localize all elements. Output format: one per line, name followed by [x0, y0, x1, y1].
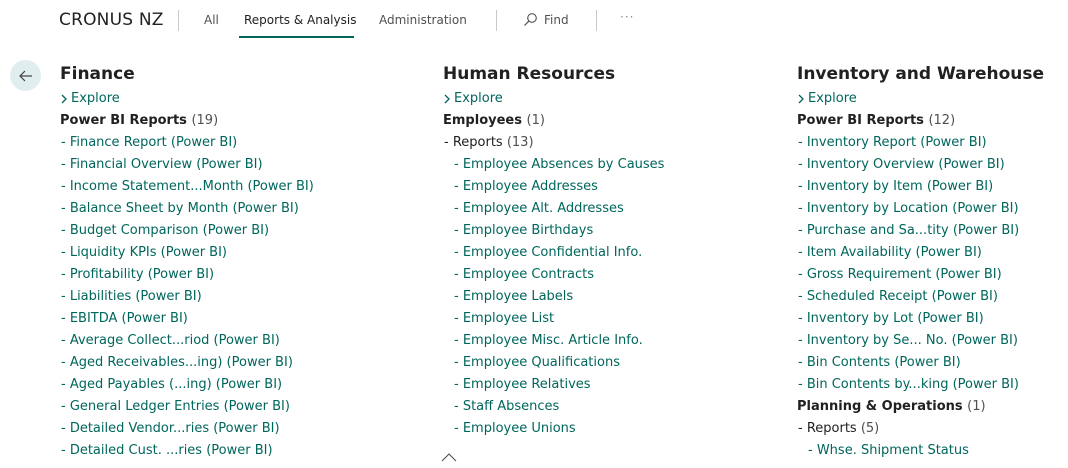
finance-link[interactable]: - Income Statement...Month (Power BI) — [60, 176, 314, 198]
finance-link[interactable]: - Financial Overview (Power BI) — [60, 154, 314, 176]
tab-administration[interactable]: Administration — [379, 13, 467, 27]
finance-link[interactable]: - Aged Receivables...ing) (Power BI) — [60, 352, 314, 374]
finance-link[interactable]: - Liquidity KPIs (Power BI) — [60, 242, 314, 264]
group-title: Power BI Reports — [60, 113, 187, 128]
finance-link[interactable]: - Finance Report (Power BI) — [60, 132, 314, 154]
finance-link[interactable]: - Profitability (Power BI) — [60, 264, 314, 286]
inventory-explore-link[interactable]: Explore — [797, 88, 1044, 110]
finance-link[interactable]: - EBITDA (Power BI) — [60, 308, 314, 330]
hr-reports-subgroup[interactable]: - Reports (13) — [443, 132, 664, 154]
active-tab-indicator — [239, 36, 354, 38]
inventory-link[interactable]: - Inventory by Item (Power BI) — [797, 176, 1044, 198]
company-name[interactable]: CRONUS NZ — [59, 10, 164, 30]
hr-link[interactable]: - Employee Absences by Causes — [443, 154, 664, 176]
finance-link[interactable]: - Average Collect...riod (Power BI) — [60, 330, 314, 352]
planning-group-header[interactable]: Planning & Operations (1) — [797, 396, 1044, 418]
inventory-link[interactable]: - Inventory by Location (Power BI) — [797, 198, 1044, 220]
tab-reports-analysis[interactable]: Reports & Analysis — [244, 13, 356, 27]
divider — [596, 10, 597, 31]
hr-title: Human Resources — [443, 64, 616, 84]
hr-link[interactable]: - Employee Qualifications — [443, 352, 664, 374]
finance-column: Finance Explore Power BI Reports (19) - … — [60, 62, 314, 462]
finance-explore-link[interactable]: Explore — [60, 88, 314, 110]
hr-link[interactable]: - Employee List — [443, 308, 664, 330]
finance-link[interactable]: - Detailed Cust. ...ries (Power BI) — [60, 440, 314, 462]
hr-link[interactable]: - Employee Contracts — [443, 264, 664, 286]
top-navigation-bar: CRONUS NZ All Reports & Analysis Adminis… — [0, 0, 1068, 42]
chevron-right-icon — [798, 94, 804, 104]
planning-reports-subgroup[interactable]: - Reports (5) — [797, 418, 1044, 440]
group-title: Power BI Reports — [797, 113, 924, 128]
inventory-group-header[interactable]: Power BI Reports (12) — [797, 110, 1044, 132]
chevron-right-icon — [444, 94, 450, 104]
group-title: Planning & Operations — [797, 399, 963, 414]
inventory-column: Inventory and Warehouse Explore Power BI… — [797, 62, 1044, 462]
inventory-link[interactable]: - Inventory Overview (Power BI) — [797, 154, 1044, 176]
hr-column: Human Resources Explore Employees (1) - … — [443, 62, 664, 440]
divider — [496, 10, 497, 31]
hr-link[interactable]: - Employee Misc. Article Info. — [443, 330, 664, 352]
divider — [178, 10, 179, 31]
subgroup-count: (5) — [860, 421, 880, 436]
inventory-link[interactable]: - Scheduled Receipt (Power BI) — [797, 286, 1044, 308]
chevron-up-icon — [441, 453, 457, 462]
tab-all[interactable]: All — [204, 13, 219, 27]
inventory-link[interactable]: - Inventory by Lot (Power BI) — [797, 308, 1044, 330]
more-options-button[interactable]: ··· — [620, 10, 634, 24]
hr-link[interactable]: - Employee Labels — [443, 286, 664, 308]
inventory-title: Inventory and Warehouse — [797, 64, 1045, 84]
finance-link[interactable]: - Liabilities (Power BI) — [60, 286, 314, 308]
group-title: Employees — [443, 113, 522, 128]
group-count: (1) — [967, 399, 986, 414]
group-count: (12) — [928, 113, 956, 128]
back-button[interactable] — [10, 60, 41, 91]
planning-link[interactable]: - Whse. Shipment Status — [797, 440, 1044, 462]
find-button[interactable]: Find — [523, 12, 569, 27]
finance-group-header[interactable]: Power BI Reports (19) — [60, 110, 314, 132]
find-label: Find — [544, 12, 569, 27]
inventory-link[interactable]: - Bin Contents by...king (Power BI) — [797, 374, 1044, 396]
finance-link[interactable]: - Balance Sheet by Month (Power BI) — [60, 198, 314, 220]
hr-group-header[interactable]: Employees (1) — [443, 110, 664, 132]
hr-explore-link[interactable]: Explore — [443, 88, 664, 110]
subgroup-count: (13) — [506, 135, 534, 150]
finance-link[interactable]: - Budget Comparison (Power BI) — [60, 220, 314, 242]
hr-link[interactable]: - Employee Unions — [443, 418, 664, 440]
explore-label: Explore — [71, 91, 120, 106]
hr-link[interactable]: - Employee Birthdays — [443, 220, 664, 242]
subgroup-title: - Reports — [444, 135, 503, 150]
explore-label: Explore — [454, 91, 503, 106]
finance-title: Finance — [60, 64, 135, 84]
hr-link[interactable]: - Employee Alt. Addresses — [443, 198, 664, 220]
inventory-link[interactable]: - Inventory Report (Power BI) — [797, 132, 1044, 154]
inventory-link[interactable]: - Purchase and Sa...tity (Power BI) — [797, 220, 1044, 242]
finance-link[interactable]: - Aged Payables (...ing) (Power BI) — [60, 374, 314, 396]
inventory-link[interactable]: - Gross Requirement (Power BI) — [797, 264, 1044, 286]
chevron-right-icon — [61, 94, 67, 104]
hr-link[interactable]: - Employee Relatives — [443, 374, 664, 396]
search-icon — [524, 13, 537, 26]
arrow-left-icon — [18, 70, 32, 81]
inventory-link[interactable]: - Item Availability (Power BI) — [797, 242, 1044, 264]
explore-label: Explore — [808, 91, 857, 106]
inventory-link[interactable]: - Bin Contents (Power BI) — [797, 352, 1044, 374]
hr-link[interactable]: - Staff Absences — [443, 396, 664, 418]
hr-link[interactable]: - Employee Confidential Info. — [443, 242, 664, 264]
inventory-link[interactable]: - Inventory by Se... No. (Power BI) — [797, 330, 1044, 352]
finance-link[interactable]: - General Ledger Entries (Power BI) — [60, 396, 314, 418]
collapse-button[interactable] — [441, 447, 457, 466]
hr-link[interactable]: - Employee Addresses — [443, 176, 664, 198]
subgroup-title: - Reports — [798, 421, 857, 436]
finance-link[interactable]: - Detailed Vendor...ries (Power BI) — [60, 418, 314, 440]
group-count: (19) — [191, 113, 219, 128]
group-count: (1) — [526, 113, 545, 128]
